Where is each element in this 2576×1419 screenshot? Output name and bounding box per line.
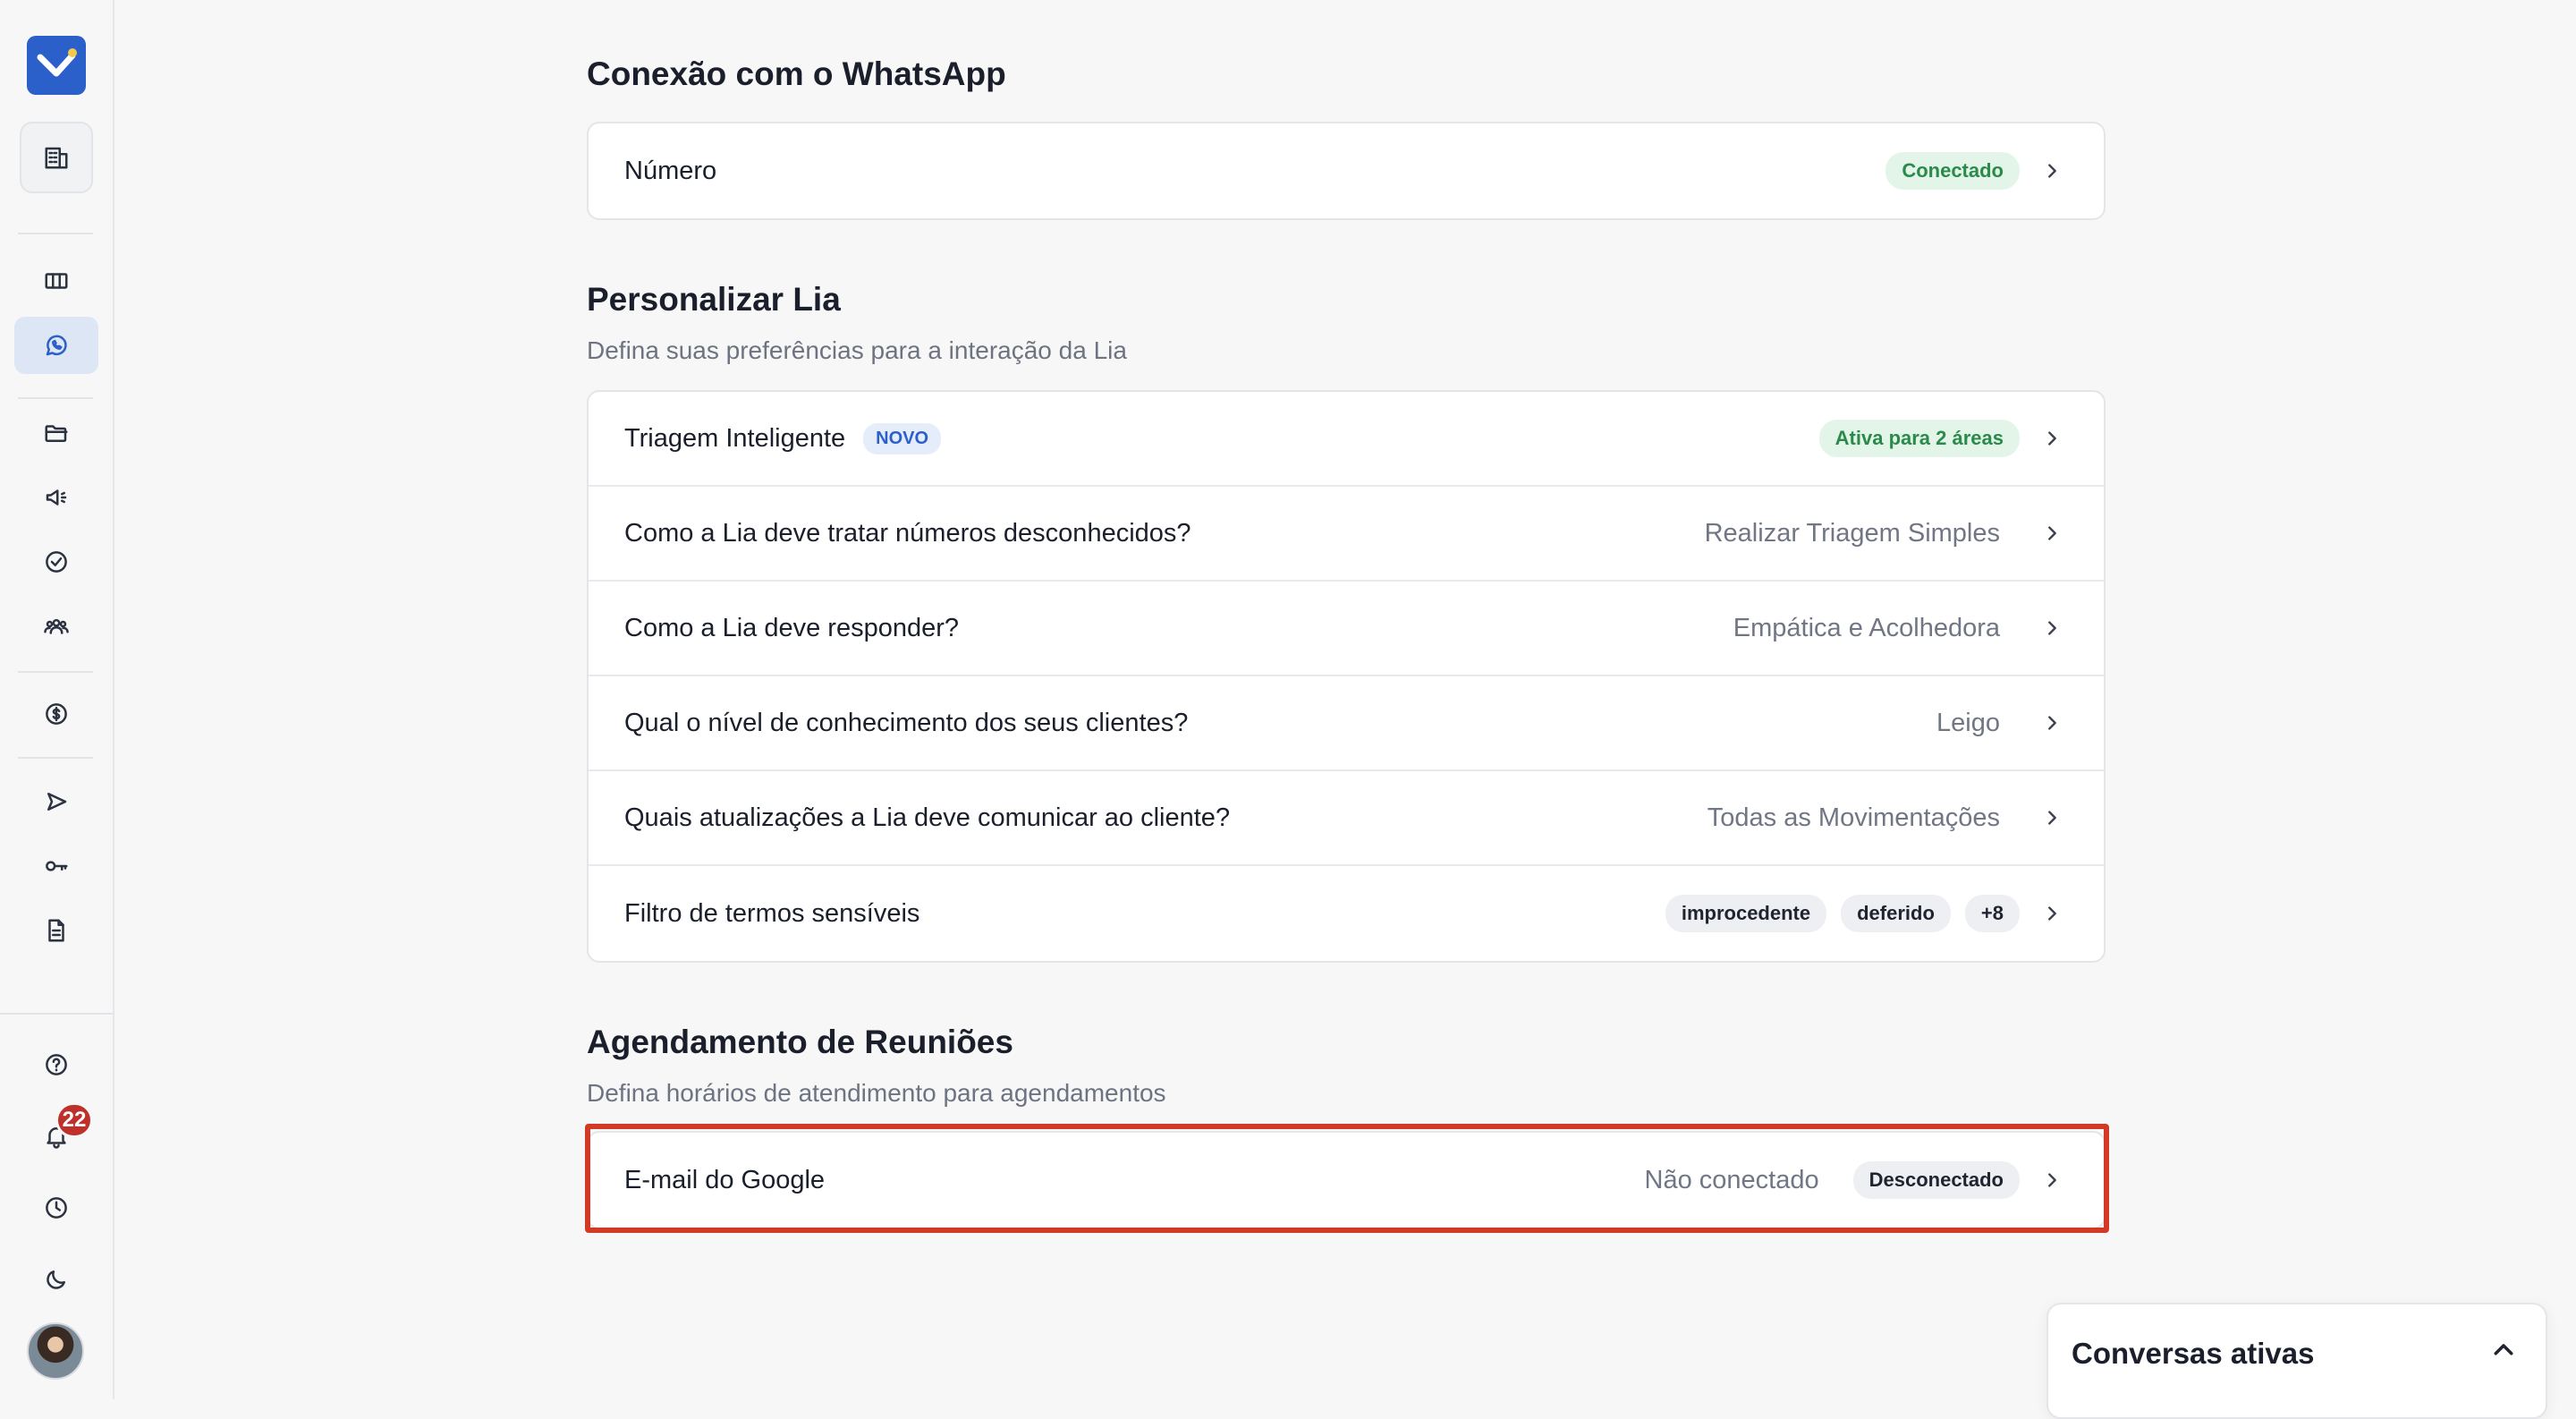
row-value: Não conectado (1644, 1165, 1819, 1194)
row-value: Leigo (1936, 708, 2000, 737)
document-icon (48, 919, 64, 942)
status-badge: Conectado (1885, 152, 2020, 190)
row-label: Número (624, 156, 717, 185)
row-label: Qual o nível de conhecimento dos seus cl… (624, 708, 1189, 737)
row-label: Filtro de termos sensíveis (624, 898, 920, 928)
help-button[interactable] (14, 1036, 98, 1093)
row-value: Realizar Triagem Simples (1704, 518, 2000, 548)
whatsapp-section-title: Conexão com o WhatsApp (587, 55, 1006, 92)
knowledge-level-row[interactable]: Qual o nível de conhecimento dos seus cl… (589, 676, 2104, 771)
sidebar-divider (18, 397, 93, 399)
folder-icon (45, 425, 68, 442)
chevron-right-icon (2036, 155, 2068, 187)
check-circle-icon (46, 551, 67, 573)
active-chats-title: Conversas ativas (2072, 1337, 2315, 1370)
chevron-right-icon (2036, 1164, 2068, 1196)
active-chats-panel[interactable]: Conversas ativas (2046, 1303, 2547, 1419)
row-value: Todas as Movimentações (1707, 803, 2000, 832)
chevron-right-icon (2036, 802, 2068, 834)
row-label: Quais atualizações a Lia deve comunicar … (624, 803, 1231, 832)
row-label: Como a Lia deve tratar números desconhec… (624, 518, 1191, 548)
meetings-section-subtitle: Defina horários de atendimento para agen… (587, 1079, 1166, 1107)
sidebar-divider (0, 1013, 114, 1015)
chevron-right-icon (2036, 422, 2068, 455)
dollar-circle-icon (46, 703, 67, 725)
sidebar-item-finance[interactable] (14, 685, 98, 743)
notification-count-badge: 22 (55, 1102, 93, 1138)
more-terms-tag: +8 (1964, 895, 2020, 932)
row-label: E-mail do Google (624, 1165, 826, 1194)
sidebar: 22 (0, 0, 114, 1399)
chevron-right-icon (2036, 707, 2068, 739)
whatsapp-card: Número Conectado (587, 122, 2106, 220)
sidebar-item-board[interactable] (14, 252, 98, 310)
users-icon (44, 618, 69, 634)
term-tag: improcedente (1665, 895, 1827, 932)
google-email-row[interactable]: E-mail do Google Não conectado Desconect… (589, 1133, 2104, 1228)
sensitive-terms-row[interactable]: Filtro de termos sensíveis improcedente … (589, 866, 2104, 961)
sidebar-item-campaigns[interactable] (14, 469, 98, 526)
moon-icon (47, 1270, 65, 1289)
megaphone-icon (46, 489, 67, 506)
clock-icon (46, 1197, 67, 1219)
chevron-up-icon[interactable] (2490, 1337, 2522, 1369)
whatsapp-icon (46, 335, 67, 356)
lia-settings-card: Triagem Inteligente NOVO Ativa para 2 ár… (587, 390, 2106, 963)
app-logo[interactable] (27, 36, 86, 95)
status-badge: Ativa para 2 áreas (1818, 420, 2020, 457)
row-label: Como a Lia deve responder? (624, 613, 960, 642)
building-icon (45, 147, 68, 169)
term-tag: deferido (1841, 895, 1951, 932)
sidebar-item-send[interactable] (14, 773, 98, 830)
status-badge: Desconectado (1852, 1161, 2020, 1199)
key-icon (46, 861, 68, 871)
row-value: Empática e Acolhedora (1733, 613, 2000, 642)
response-style-row[interactable]: Como a Lia deve responder? Empática e Ac… (589, 582, 2104, 676)
chevron-right-icon (2036, 897, 2068, 930)
unknown-numbers-row[interactable]: Como a Lia deve tratar números desconhec… (589, 487, 2104, 582)
sidebar-item-whatsapp[interactable] (14, 317, 98, 374)
sidebar-divider (18, 757, 93, 759)
sidebar-item-folders[interactable] (14, 404, 98, 462)
sidebar-divider (18, 671, 93, 673)
meetings-section-title: Agendamento de Reuniões (587, 1024, 1013, 1060)
theme-toggle-button[interactable] (14, 1251, 98, 1308)
sidebar-item-documents[interactable] (14, 902, 98, 959)
client-updates-row[interactable]: Quais atualizações a Lia deve comunicar … (589, 771, 2104, 866)
sidebar-item-office[interactable] (20, 122, 93, 193)
whatsapp-number-row[interactable]: Número Conectado (589, 123, 2104, 218)
chevron-right-icon (2036, 517, 2068, 549)
help-icon (46, 1054, 67, 1075)
user-avatar[interactable] (27, 1322, 84, 1380)
sidebar-item-access[interactable] (14, 837, 98, 895)
columns-icon (45, 273, 68, 289)
history-button[interactable] (14, 1179, 98, 1236)
lia-section-subtitle: Defina suas preferências para a interaçã… (587, 336, 1127, 364)
new-badge: NOVO (863, 422, 942, 455)
sidebar-item-tasks[interactable] (14, 533, 98, 591)
chevron-right-icon (2036, 612, 2068, 644)
triage-row[interactable]: Triagem Inteligente NOVO Ativa para 2 ár… (589, 392, 2104, 487)
lia-section-title: Personalizar Lia (587, 281, 841, 318)
sidebar-item-team[interactable] (14, 598, 98, 655)
row-label: Triagem Inteligente (624, 423, 846, 453)
send-icon (47, 793, 67, 811)
logo-dot (68, 48, 77, 57)
meetings-card: E-mail do Google Não conectado Desconect… (587, 1131, 2106, 1229)
sidebar-divider (18, 233, 93, 234)
